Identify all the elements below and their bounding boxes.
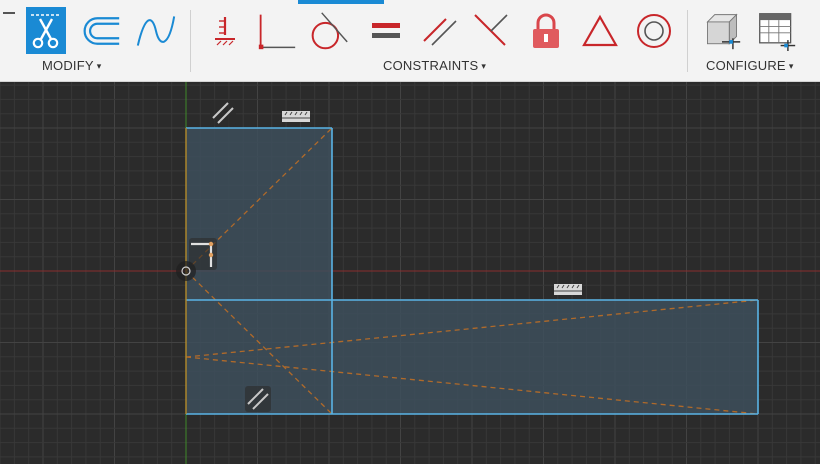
sketch-canvas[interactable] — [0, 82, 820, 464]
equal-constraint-button[interactable] — [366, 8, 406, 54]
offset-icon — [83, 17, 120, 45]
modify-menu[interactable]: MODIFY ▾ — [42, 58, 101, 73]
fix-constraint-button[interactable] — [526, 8, 566, 54]
parallel-icon — [423, 18, 457, 46]
horizontal-vertical-icon — [215, 17, 235, 46]
parameters-button[interactable] — [702, 8, 742, 54]
perpendicular-icon — [474, 14, 508, 46]
fix-icon — [533, 13, 559, 48]
parallel-constraint-glyph[interactable] — [245, 386, 271, 412]
horizontal-vertical-constraint-button[interactable] — [205, 8, 245, 54]
concentric-icon — [637, 14, 671, 48]
parallel-constraint-glyph[interactable] — [210, 100, 236, 126]
coincident-icon — [258, 14, 296, 50]
horizontal-dimension-glyph[interactable] — [282, 111, 310, 122]
panel-collapse-icon[interactable] — [3, 12, 15, 14]
coincident-constraint-button[interactable] — [257, 8, 297, 54]
origin-point[interactable] — [176, 261, 196, 281]
concentric-constraint-button[interactable] — [634, 8, 674, 54]
offset-tool-button[interactable] — [81, 8, 121, 54]
configure-menu[interactable]: CONFIGURE ▾ — [706, 58, 794, 73]
parameters-icon — [706, 13, 741, 50]
spline-icon — [136, 16, 176, 46]
midpoint-icon — [582, 14, 618, 47]
constraints-menu[interactable]: CONSTRAINTS ▾ — [383, 58, 486, 73]
trim-tool-button[interactable] — [26, 7, 66, 54]
tangent-constraint-button[interactable] — [309, 8, 349, 54]
parallel-constraint-button[interactable] — [420, 8, 460, 54]
spline-tool-button[interactable] — [136, 8, 176, 54]
sketch-toolbar: MODIFY ▾ CONSTRAINTS ▾ CONFIGURE ▾ — [0, 0, 820, 82]
toolbar-separator — [190, 10, 191, 72]
configure-table-button[interactable] — [757, 8, 797, 54]
horizontal-dimension-glyph[interactable] — [554, 284, 582, 295]
equal-icon — [372, 23, 400, 38]
tangent-icon — [311, 12, 348, 50]
toolbar-separator — [687, 10, 688, 72]
trim-icon — [31, 13, 61, 48]
midpoint-constraint-button[interactable] — [580, 8, 620, 54]
configure-table-icon — [759, 13, 796, 51]
perpendicular-constraint-button[interactable] — [471, 8, 511, 54]
active-tab-indicator — [298, 0, 384, 4]
